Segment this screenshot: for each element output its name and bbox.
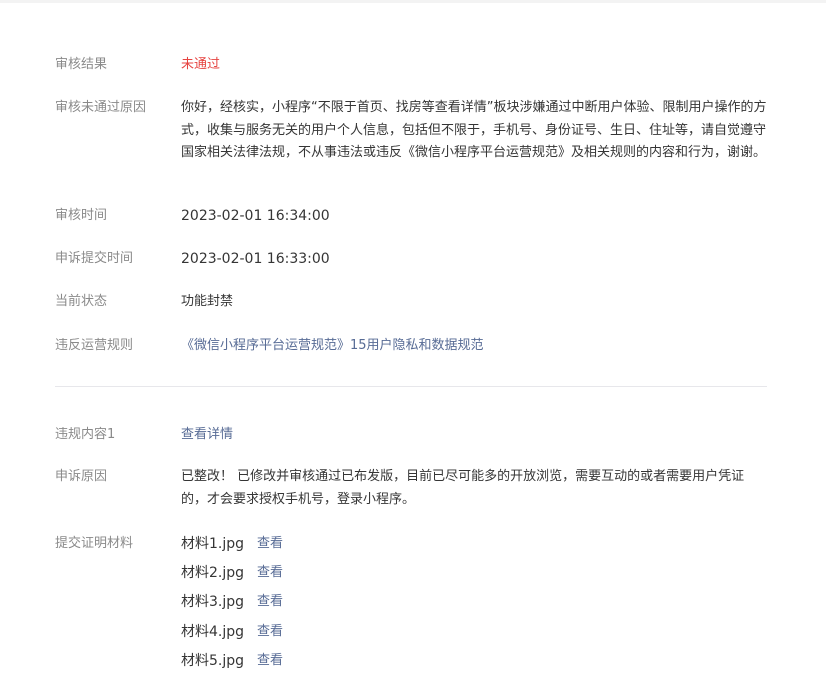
view-file-link[interactable]: 查看: [257, 621, 283, 644]
evidence-file-item: 材料2.jpg 查看: [181, 562, 767, 584]
evidence-file-name: 材料5.jpg: [181, 652, 245, 669]
appeal-reason-label: 申诉原因: [55, 469, 108, 484]
view-file-link[interactable]: 查看: [257, 650, 283, 673]
review-reason-value: 你好，经核实，小程序“不限于首页、找房等查看详情”板块涉嫌通过中断用户体验、限制…: [181, 100, 767, 160]
review-result-value: 未通过: [181, 57, 221, 72]
evidence-file-name: 材料1.jpg: [181, 535, 245, 552]
evidence-file-item: 材料5.jpg 查看: [181, 650, 767, 672]
violated-rule-link[interactable]: 《微信小程序平台运营规范》15用户隐私和数据规范: [181, 335, 767, 358]
view-details-link[interactable]: 查看详情: [181, 424, 767, 447]
review-result-row: 审核结果 未通过: [55, 54, 767, 77]
evidence-file-item: 材料4.jpg 查看: [181, 621, 767, 643]
review-reason-label: 审核未通过原因: [55, 100, 147, 115]
violated-rule-row: 违反运营规则 《微信小程序平台运营规范》15用户隐私和数据规范: [55, 335, 767, 358]
review-time-label: 审核时间: [55, 208, 108, 223]
appeal-time-label: 申诉提交时间: [55, 251, 134, 266]
appeal-reason-value: 已整改！ 已修改并审核通过已布发版，目前已尽可能多的开放浏览，需要互动的或者需要…: [181, 469, 745, 507]
view-file-link[interactable]: 查看: [257, 562, 283, 585]
top-border: [0, 0, 826, 3]
evidence-file-name: 材料2.jpg: [181, 565, 245, 582]
review-time-value: 2023-02-01 16:34:00: [181, 208, 330, 224]
view-file-link[interactable]: 查看: [257, 533, 283, 556]
review-reason-row: 审核未通过原因 你好，经核实，小程序“不限于首页、找房等查看详情”板块涉嫌通过中…: [55, 97, 767, 165]
evidence-file-name: 材料3.jpg: [181, 594, 245, 611]
appeal-reason-row: 申诉原因 已整改！ 已修改并审核通过已布发版，目前已尽可能多的开放浏览，需要互动…: [55, 466, 767, 511]
evidence-file-name: 材料4.jpg: [181, 623, 245, 640]
evidence-file-item: 材料1.jpg 查看: [181, 533, 767, 555]
appeal-time-row: 申诉提交时间 2023-02-01 16:33:00: [55, 248, 767, 271]
evidence-file-item: 材料3.jpg 查看: [181, 592, 767, 614]
evidence-label: 提交证明材料: [55, 536, 134, 551]
evidence-row: 提交证明材料 材料1.jpg 查看 材料2.jpg 查看 材料3.jpg 查看 …: [55, 533, 767, 679]
violated-rule-label: 违反运营规则: [55, 338, 134, 353]
violation-content-label: 违规内容1: [55, 427, 116, 442]
review-result-label: 审核结果: [55, 57, 108, 72]
current-status-value: 功能封禁: [181, 294, 234, 309]
current-status-label: 当前状态: [55, 294, 108, 309]
section-divider: [55, 386, 767, 387]
appeal-time-value: 2023-02-01 16:33:00: [181, 251, 330, 267]
view-file-link[interactable]: 查看: [257, 591, 283, 614]
evidence-file-list: 材料1.jpg 查看 材料2.jpg 查看 材料3.jpg 查看 材料4.jpg…: [181, 533, 767, 679]
current-status-row: 当前状态 功能封禁: [55, 291, 767, 314]
review-time-row: 审核时间 2023-02-01 16:34:00: [55, 205, 767, 228]
violation-content-row: 违规内容1 查看详情: [55, 424, 767, 447]
